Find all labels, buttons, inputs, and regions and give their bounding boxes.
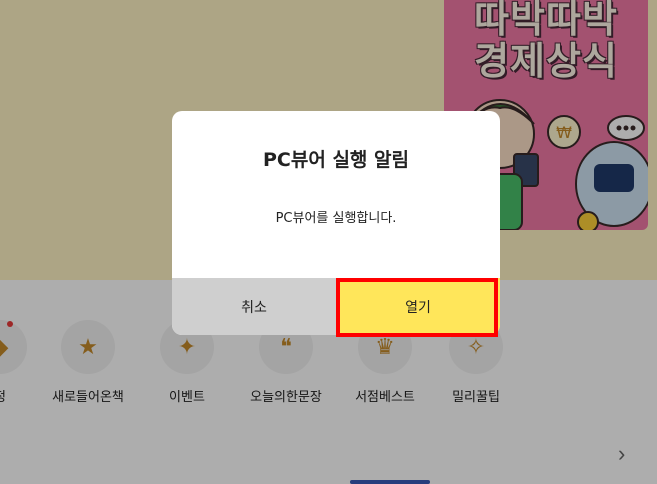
open-button-highlight — [336, 278, 498, 337]
dialog-title: PC뷰어 실행 알림 — [263, 149, 409, 171]
dialog-message: PC뷰어를 실행합니다. — [275, 211, 397, 226]
cancel-button[interactable]: 취소 — [172, 278, 336, 335]
